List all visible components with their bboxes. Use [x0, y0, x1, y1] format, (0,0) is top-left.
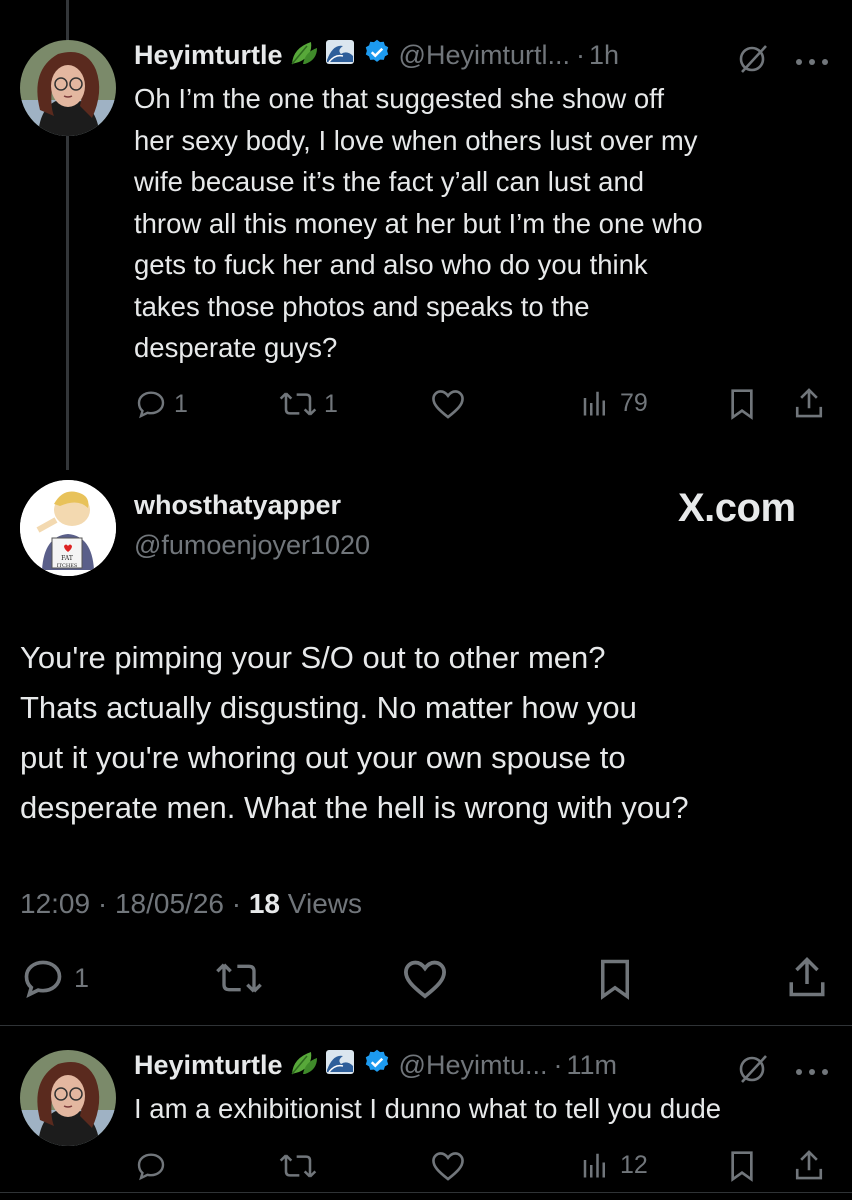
handle[interactable]: @Heyimturtl...: [399, 40, 570, 71]
verified-badge-icon: [363, 1048, 391, 1083]
text-line: desperate men. What the hell is wrong wi…: [20, 790, 689, 825]
repost-icon: [279, 1154, 317, 1178]
timestamp[interactable]: 11m: [566, 1050, 617, 1081]
like-button[interactable]: [402, 958, 448, 1000]
repost-button[interactable]: [278, 1150, 318, 1182]
timestamp[interactable]: 1h: [589, 40, 619, 71]
tweet-3-text: I am a exhibitionist I dunno what to tel…: [134, 1093, 722, 1124]
verified-badge-icon: [363, 38, 391, 73]
more-icon[interactable]: [794, 54, 830, 72]
views-stat[interactable]: 12: [580, 1150, 648, 1180]
reply-count: 1: [74, 962, 90, 993]
tweet-meta: 12:09 · 18/05/26 · 18 Views: [20, 888, 362, 920]
text-line: Oh I’m the one that suggested she show o…: [134, 83, 664, 114]
text-line: her sexy body, I love when others lust o…: [134, 124, 698, 156]
reply-button[interactable]: 1: [134, 388, 188, 420]
handle[interactable]: @Heyimtu...: [399, 1050, 548, 1081]
bookmark-button[interactable]: [727, 1150, 757, 1182]
tweet-date: 18/05/26: [114, 888, 224, 919]
leaf-icon: [289, 38, 319, 73]
text-line: Thats actually disgusting. No matter how…: [20, 690, 637, 725]
svg-text:FAT: FAT: [61, 555, 73, 562]
bookmark-icon: [731, 1151, 753, 1182]
tweet-1-text: Oh I’m the one that suggested she show o…: [134, 78, 844, 369]
grok-icon[interactable]: [736, 1054, 770, 1089]
reply-icon: [137, 391, 165, 419]
reply-count: 1: [174, 389, 188, 418]
repost-count: 1: [324, 389, 338, 418]
repost-icon: [279, 392, 317, 416]
heart-icon: [432, 390, 464, 419]
bookmark-icon: [601, 959, 629, 1000]
bookmark-icon: [731, 389, 753, 420]
reply-button[interactable]: [134, 1150, 168, 1182]
repost-icon: [216, 963, 262, 993]
separator-dot: ·: [231, 888, 242, 919]
views-count[interactable]: 18: [249, 888, 280, 919]
share-icon: [789, 957, 825, 997]
more-icon[interactable]: [794, 1064, 830, 1082]
text-line: throw all this money at her but I’m the …: [134, 207, 703, 239]
leaf-icon: [289, 1048, 319, 1083]
display-name[interactable]: Heyimturtle: [134, 40, 283, 71]
text-line: takes those photos and speaks to the: [134, 290, 590, 322]
share-icon: [795, 1150, 823, 1180]
heart-icon: [403, 960, 447, 999]
avatar[interactable]: FAT ITCHES: [20, 480, 116, 576]
analytics-icon: [583, 391, 605, 416]
text-line: wife because it’s the fact y’all can lus…: [134, 166, 645, 197]
separator-dot: ·: [575, 40, 585, 70]
repost-button[interactable]: [214, 958, 264, 998]
views-count: 12: [620, 1150, 648, 1179]
text-line: You're pimping your S/O out to other men…: [20, 640, 606, 675]
views-label: Views: [287, 888, 362, 919]
share-icon: [795, 388, 823, 418]
main-tweet-text: You're pimping your S/O out to other men…: [20, 633, 840, 833]
tweet-time: 12:09: [20, 888, 91, 919]
reply-button[interactable]: 1: [20, 956, 89, 1000]
separator-dot: ·: [553, 1050, 563, 1080]
display-name[interactable]: whosthatyapper: [134, 490, 341, 521]
display-name[interactable]: Heyimturtle: [134, 1050, 283, 1081]
divider: [0, 1025, 852, 1026]
svg-text:ITCHES: ITCHES: [57, 563, 78, 569]
reply-icon: [137, 1153, 165, 1181]
like-button[interactable]: [430, 388, 466, 420]
separator-dot: ·: [97, 888, 108, 919]
views-count: 79: [620, 388, 648, 417]
share-button[interactable]: [793, 1148, 825, 1182]
wave-icon: [325, 1048, 355, 1083]
repost-button[interactable]: 1: [278, 388, 338, 420]
views-stat[interactable]: 79: [580, 388, 648, 418]
text-line: gets to fuck her and also who do you thi…: [134, 249, 648, 280]
share-button[interactable]: [786, 954, 828, 1000]
like-button[interactable]: [430, 1150, 466, 1182]
analytics-icon: [583, 1153, 605, 1178]
share-button[interactable]: [793, 386, 825, 420]
bookmark-button[interactable]: [727, 388, 757, 420]
reply-icon: [24, 960, 62, 998]
avatar[interactable]: [20, 1050, 116, 1146]
handle[interactable]: @fumoenjoyer1020: [134, 530, 370, 561]
tweet-3-header: Heyimturtle @Heyimtu... · 11m: [134, 1048, 617, 1083]
tweet-1-header: Heyimturtle @Heyimturtl... · 1h: [134, 38, 619, 73]
brand-logo: X.com: [678, 486, 796, 530]
avatar[interactable]: [20, 40, 116, 136]
heart-icon: [432, 1152, 464, 1181]
divider: [0, 1192, 852, 1193]
text-line: put it you're whoring out your own spous…: [20, 740, 626, 775]
grok-icon[interactable]: [736, 44, 770, 79]
bookmark-button[interactable]: [597, 958, 633, 1000]
text-line: desperate guys?: [134, 332, 338, 363]
wave-icon: [325, 38, 355, 73]
